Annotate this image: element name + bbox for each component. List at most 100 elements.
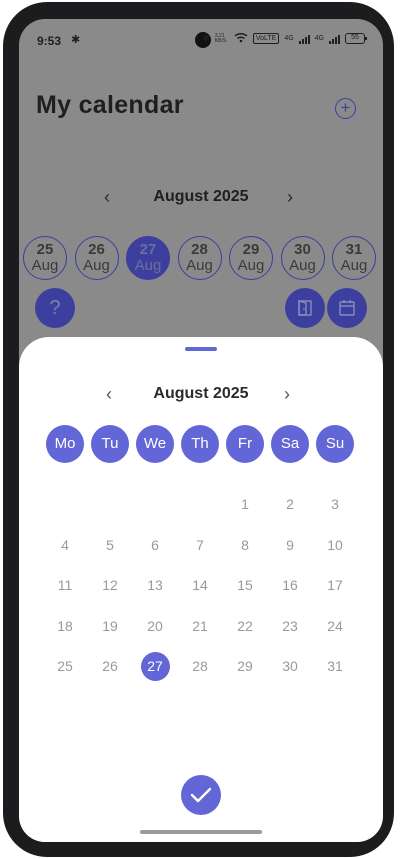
chevron-left-icon[interactable]: ‹: [104, 184, 110, 210]
date-number: 30: [282, 658, 298, 674]
date-cell[interactable]: 12: [91, 570, 129, 600]
chevron-left-icon[interactable]: ‹: [106, 381, 112, 407]
date-cell[interactable]: 24: [316, 611, 354, 641]
date-cell[interactable]: 17: [316, 570, 354, 600]
bluetooth-icon: ✱: [71, 34, 81, 46]
status-icons: ✱ 3.21 KB/S VoLTE 4G 4G 55: [202, 32, 367, 45]
page-title: My calendar: [36, 91, 184, 119]
date-cell[interactable]: 19: [91, 611, 129, 641]
date-cell[interactable]: 2: [271, 489, 309, 519]
volume-button: [387, 384, 394, 490]
date-cell[interactable]: 28: [181, 651, 219, 681]
date-number: 25: [57, 658, 73, 674]
date-cell[interactable]: 16: [271, 570, 309, 600]
date-number: 16: [282, 577, 298, 593]
checkmark-icon: [190, 787, 212, 803]
weekday-label: Th: [181, 425, 219, 463]
date-cell[interactable]: 22: [226, 611, 264, 641]
selected-date[interactable]: 27: [136, 651, 174, 681]
date-cell[interactable]: 4: [46, 530, 84, 560]
date-cell[interactable]: 15: [226, 570, 264, 600]
date-cell[interactable]: 18: [46, 611, 84, 641]
date-cell[interactable]: 29: [226, 651, 264, 681]
help-button[interactable]: ?: [35, 288, 75, 328]
plus-circle-icon[interactable]: +: [335, 98, 356, 119]
chevron-right-icon[interactable]: ›: [284, 381, 290, 407]
day-month: Aug: [340, 257, 368, 274]
day-pill[interactable]: 30 Aug: [280, 236, 325, 280]
date-cell[interactable]: 10: [316, 530, 354, 560]
day-pill[interactable]: 25 Aug: [23, 236, 67, 280]
wifi-icon: [234, 32, 248, 45]
date-cell[interactable]: 8: [226, 530, 264, 560]
day-number: 27: [139, 241, 157, 258]
date-cell[interactable]: 20: [136, 611, 174, 641]
date-cell[interactable]: 5: [91, 530, 129, 560]
date-number: 23: [282, 617, 298, 634]
day-number: 28: [191, 241, 208, 258]
date-number: 10: [327, 536, 343, 553]
date-cell[interactable]: 25: [46, 651, 84, 681]
home-indicator[interactable]: [140, 830, 262, 834]
date-cell[interactable]: 1: [226, 489, 264, 519]
day-pill[interactable]: 31 Aug: [332, 236, 376, 280]
date-picker-sheet: ‹ August 2025 › Mo Tu We Th Fr Sa Su 123456789…: [19, 337, 383, 842]
date-number: 22: [237, 617, 253, 634]
date-number: 1: [241, 496, 249, 512]
date-number: 31: [327, 658, 343, 674]
date-number: 8: [241, 536, 249, 553]
weekday-header: Mo Tu We Th Fr Sa Su: [46, 425, 356, 463]
date-number: 9: [286, 536, 294, 553]
picker-month-label: August 2025: [153, 385, 249, 402]
weekday-label: We: [136, 425, 174, 463]
day-month: Aug: [186, 257, 213, 274]
weekday-label: Mo: [46, 425, 84, 463]
date-number: 6: [151, 536, 159, 553]
door-icon[interactable]: [285, 288, 325, 328]
power-button: [387, 283, 394, 335]
date-cell[interactable]: 6: [136, 530, 174, 560]
chevron-right-icon[interactable]: ›: [287, 184, 293, 210]
day-number: 31: [345, 241, 363, 258]
date-cell[interactable]: 21: [181, 611, 219, 641]
day-pill[interactable]: 29 Aug: [229, 236, 273, 280]
date-cell[interactable]: 26: [91, 651, 129, 681]
date-number: 17: [327, 577, 343, 593]
day-month: Aug: [134, 257, 162, 274]
date-number: 26: [102, 658, 118, 674]
date-cell[interactable]: 23: [271, 611, 309, 641]
date-cell[interactable]: 30: [271, 651, 309, 681]
signal-icon: [298, 34, 310, 44]
date-cell[interactable]: 11: [46, 570, 84, 600]
background-month-label: August 2025: [153, 188, 249, 205]
sim2-label: 4G: [314, 35, 324, 42]
date-cell[interactable]: 7: [181, 530, 219, 560]
date-cell[interactable]: 13: [136, 570, 174, 600]
date-cell[interactable]: 14: [181, 570, 219, 600]
background-month-nav: ‹ August 2025 ›: [19, 184, 383, 210]
date-number: 5: [106, 536, 114, 553]
battery-icon: 55: [345, 33, 367, 44]
sheet-drag-handle[interactable]: [185, 347, 217, 351]
volte-badge: VoLTE: [252, 33, 280, 44]
day-number: 25: [36, 241, 54, 258]
signal-icon: [329, 34, 340, 44]
day-number: 26: [88, 241, 105, 258]
date-number: 18: [57, 617, 73, 634]
date-number: 28: [192, 658, 208, 674]
day-pill[interactable]: 28 Aug: [177, 236, 222, 280]
date-number: 24: [327, 617, 343, 634]
date-number: 15: [237, 577, 253, 593]
weekday-label: Tu: [91, 425, 129, 463]
calendar-icon[interactable]: [327, 288, 367, 328]
confirm-button[interactable]: [181, 775, 221, 815]
day-pill[interactable]: 26 Aug: [74, 236, 119, 280]
date-cell[interactable]: 3: [316, 489, 354, 519]
date-cell[interactable]: 9: [271, 530, 309, 560]
date-number: 11: [57, 577, 73, 593]
date-number: 7: [196, 536, 204, 553]
day-month: Aug: [237, 257, 265, 274]
day-pill[interactable]: 27 Aug: [126, 236, 170, 280]
date-number: 21: [192, 617, 208, 634]
date-cell[interactable]: 31: [316, 651, 354, 681]
